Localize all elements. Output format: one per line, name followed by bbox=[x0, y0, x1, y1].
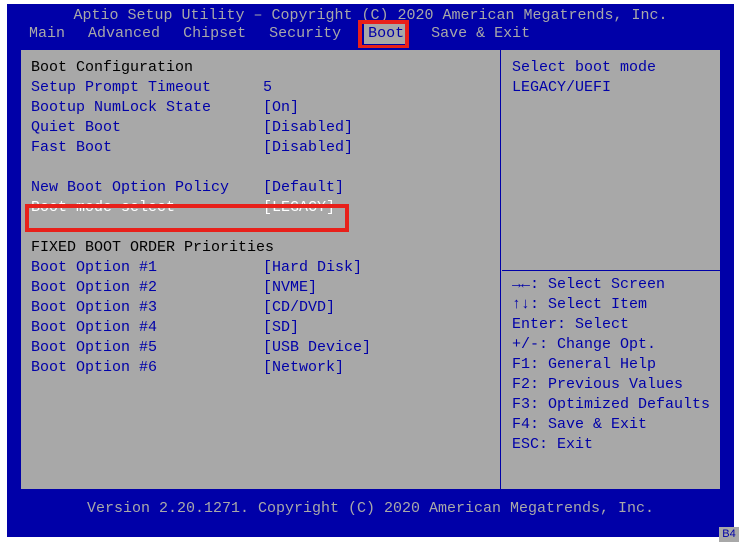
row-boot-option-6[interactable]: Boot Option #6 [Network] bbox=[31, 358, 490, 378]
value: [On] bbox=[263, 98, 299, 118]
menu-main[interactable]: Main bbox=[29, 24, 65, 44]
row-bootup-numlock[interactable]: Bootup NumLock State [On] bbox=[31, 98, 490, 118]
help-f3: F3: Optimized Defaults bbox=[512, 395, 710, 415]
row-boot-option-5[interactable]: Boot Option #5 [USB Device] bbox=[31, 338, 490, 358]
help-change-opt: +/-: Change Opt. bbox=[512, 335, 710, 355]
label: Boot Option #2 bbox=[31, 278, 263, 298]
left-pane: Boot Configuration Setup Prompt Timeout … bbox=[21, 50, 501, 489]
menu-chipset[interactable]: Chipset bbox=[183, 24, 246, 44]
help-select-screen: →←: Select Screen bbox=[512, 275, 710, 295]
label: Boot Option #6 bbox=[31, 358, 263, 378]
label: Boot Option #4 bbox=[31, 318, 263, 338]
menu-save-exit[interactable]: Save & Exit bbox=[431, 24, 530, 44]
help-enter-select: Enter: Select bbox=[512, 315, 710, 335]
value: [SD] bbox=[263, 318, 299, 338]
label: Setup Prompt Timeout bbox=[31, 78, 263, 98]
value: 5 bbox=[263, 78, 272, 98]
menu-boot[interactable]: Boot bbox=[364, 24, 408, 44]
value: [Network] bbox=[263, 358, 344, 378]
value: [Default] bbox=[263, 178, 344, 198]
label: New Boot Option Policy bbox=[31, 178, 263, 198]
corner-badge: B4 bbox=[719, 527, 739, 542]
row-boot-option-2[interactable]: Boot Option #2 [NVME] bbox=[31, 278, 490, 298]
label: Boot mode select bbox=[31, 198, 263, 218]
value: [USB Device] bbox=[263, 338, 371, 358]
body-area: Boot Configuration Setup Prompt Timeout … bbox=[19, 48, 722, 491]
item-description-2: LEGACY/UEFI bbox=[512, 78, 710, 98]
menu-bar: Main Advanced Chipset Security Boot Save… bbox=[7, 24, 734, 46]
value: [Hard Disk] bbox=[263, 258, 362, 278]
label: Boot Option #3 bbox=[31, 298, 263, 318]
help-esc: ESC: Exit bbox=[512, 435, 710, 455]
help-f1: F1: General Help bbox=[512, 355, 710, 375]
fixed-boot-order-heading: FIXED BOOT ORDER Priorities bbox=[31, 238, 490, 258]
divider bbox=[502, 270, 720, 271]
help-f4: F4: Save & Exit bbox=[512, 415, 710, 435]
version-bar: Version 2.20.1271. Copyright (C) 2020 Am… bbox=[7, 499, 734, 517]
label: Quiet Boot bbox=[31, 118, 263, 138]
menu-advanced[interactable]: Advanced bbox=[88, 24, 160, 44]
value: [LEGACY] bbox=[263, 198, 335, 218]
help-f2: F2: Previous Values bbox=[512, 375, 710, 395]
row-boot-option-4[interactable]: Boot Option #4 [SD] bbox=[31, 318, 490, 338]
value: [Disabled] bbox=[263, 138, 353, 158]
row-new-boot-option-policy[interactable]: New Boot Option Policy [Default] bbox=[31, 178, 490, 198]
row-quiet-boot[interactable]: Quiet Boot [Disabled] bbox=[31, 118, 490, 138]
row-fast-boot[interactable]: Fast Boot [Disabled] bbox=[31, 138, 490, 158]
item-description-1: Select boot mode bbox=[512, 58, 710, 78]
row-boot-option-3[interactable]: Boot Option #3 [CD/DVD] bbox=[31, 298, 490, 318]
bios-screen: Aptio Setup Utility – Copyright (C) 2020… bbox=[7, 4, 734, 537]
value: [CD/DVD] bbox=[263, 298, 335, 318]
right-pane: Select boot mode LEGACY/UEFI →←: Select … bbox=[502, 50, 720, 489]
value: [Disabled] bbox=[263, 118, 353, 138]
menu-security[interactable]: Security bbox=[269, 24, 341, 44]
row-boot-option-1[interactable]: Boot Option #1 [Hard Disk] bbox=[31, 258, 490, 278]
boot-config-heading: Boot Configuration bbox=[31, 58, 490, 78]
row-setup-prompt-timeout[interactable]: Setup Prompt Timeout 5 bbox=[31, 78, 490, 98]
label: Fast Boot bbox=[31, 138, 263, 158]
label: Boot Option #1 bbox=[31, 258, 263, 278]
help-select-item: ↑↓: Select Item bbox=[512, 295, 710, 315]
title-bar: Aptio Setup Utility – Copyright (C) 2020… bbox=[7, 6, 734, 24]
row-boot-mode-select[interactable]: Boot mode select [LEGACY] bbox=[31, 198, 490, 218]
label: Bootup NumLock State bbox=[31, 98, 263, 118]
label: Boot Option #5 bbox=[31, 338, 263, 358]
value: [NVME] bbox=[263, 278, 317, 298]
